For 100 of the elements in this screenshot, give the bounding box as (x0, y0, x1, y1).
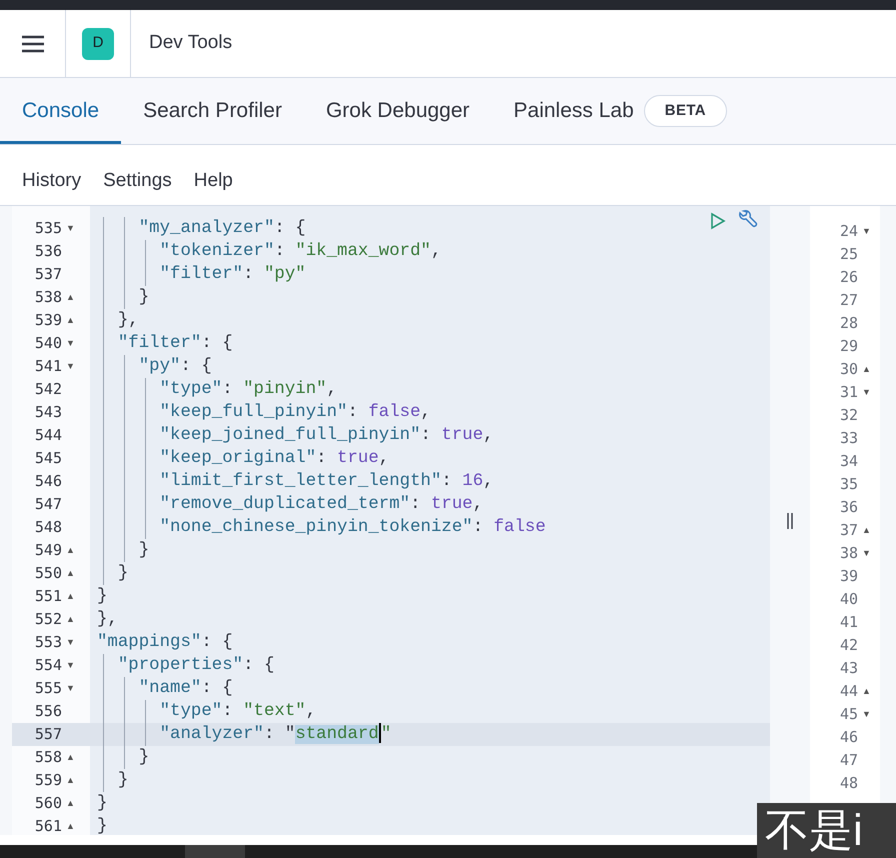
fold-toggle[interactable]: ▼ (66, 658, 76, 672)
menu-link[interactable]: Help (194, 166, 233, 196)
line-number: 535 (34, 218, 62, 240)
fold-toggle[interactable]: ▲ (66, 774, 76, 788)
line-number: 43 (840, 658, 858, 680)
code-line[interactable]: "py": { (90, 355, 212, 378)
line-number: 37 (840, 520, 858, 542)
fold-toggle[interactable]: ▲ (66, 820, 76, 834)
line-number: 537 (34, 264, 62, 286)
line-number: 44 (840, 681, 858, 702)
fold-toggle[interactable]: ▲ (66, 590, 76, 604)
line-number: 38 (840, 543, 858, 564)
code-line[interactable]: "type": "text", (90, 700, 316, 723)
code-line[interactable]: "remove_duplicated_term": true, (90, 493, 484, 516)
fold-toggle[interactable]: ▼ (66, 336, 76, 350)
code-line[interactable]: } (90, 539, 150, 562)
fold-toggle[interactable]: ▼ (862, 546, 872, 560)
code-line[interactable]: "filter": "py" (90, 263, 306, 286)
line-number: 552 (34, 609, 62, 630)
fold-toggle[interactable]: ▼ (66, 360, 76, 374)
code-line[interactable]: } (90, 792, 108, 815)
tab[interactable]: Console (0, 78, 122, 144)
fold-toggle[interactable]: ▲ (66, 566, 76, 580)
line-number: 40 (840, 589, 858, 610)
fold-toggle[interactable]: ▼ (862, 708, 872, 722)
line-number: 28 (840, 313, 858, 334)
line-number: 544 (34, 425, 62, 446)
resize-handle[interactable] (786, 512, 794, 528)
line-number: 35 (840, 474, 858, 496)
code-line[interactable]: } (90, 286, 150, 309)
code-line[interactable]: "name": { (90, 677, 233, 700)
fold-toggle[interactable]: ▲ (66, 750, 76, 764)
line-number: 42 (840, 635, 858, 656)
code-line[interactable]: "keep_original": true, (90, 447, 390, 470)
code-line[interactable]: }, (90, 608, 118, 631)
line-number: 540 (34, 333, 62, 354)
fold-toggle[interactable]: ▲ (66, 612, 76, 626)
code-line[interactable]: "properties": { (90, 654, 274, 677)
fold-toggle[interactable]: ▲ (66, 796, 76, 810)
code-line[interactable]: } (90, 562, 128, 585)
fold-toggle[interactable]: ▼ (862, 386, 872, 400)
code-line[interactable]: "keep_full_pinyin": false, (90, 401, 431, 424)
fold-toggle[interactable]: ▼ (862, 224, 872, 238)
fold-toggle[interactable]: ▼ (66, 222, 76, 236)
selected-text: standard (295, 725, 379, 744)
fold-toggle[interactable]: ▲ (66, 290, 76, 304)
line-number: 48 (840, 773, 858, 794)
fold-toggle[interactable]: ▲ (862, 524, 872, 538)
code-line[interactable]: } (90, 815, 108, 838)
line-number: 536 (34, 241, 62, 262)
line-number: 553 (34, 632, 62, 654)
line-number: 32 (840, 405, 858, 426)
line-number: 27 (840, 290, 858, 312)
code-line[interactable]: "tokenizer": "ik_max_word", (90, 240, 442, 263)
code-line[interactable]: "my_analyzer": { (90, 217, 306, 240)
tab[interactable]: Painless Lab (492, 78, 644, 144)
line-number: 34 (840, 451, 858, 472)
line-number: 558 (34, 747, 62, 768)
code-line[interactable]: "filter": { (90, 332, 233, 355)
code-line[interactable]: "limit_first_letter_length": 16, (90, 470, 494, 493)
line-number: 41 (840, 612, 858, 634)
menu-link[interactable]: Settings (103, 166, 172, 196)
code-line[interactable]: }, (90, 309, 139, 332)
line-number: 556 (34, 701, 62, 722)
menu-icon[interactable] (20, 34, 44, 52)
play-icon[interactable] (710, 212, 726, 230)
line-number: 551 (34, 586, 62, 608)
line-number: 24 (840, 221, 858, 242)
line-number: 538 (34, 287, 62, 308)
line-number: 539 (34, 310, 62, 332)
line-number: 549 (34, 540, 62, 562)
line-number: 557 (34, 724, 62, 746)
line-number: 554 (34, 655, 62, 676)
fold-toggle[interactable]: ▲ (66, 544, 76, 558)
beta-badge: BETA (644, 94, 728, 128)
fold-toggle[interactable]: ▲ (862, 684, 872, 698)
line-number: 30 (840, 359, 858, 380)
page-title: Dev Tools (149, 31, 232, 56)
code-line[interactable]: "none_chinese_pinyin_tokenize": false (90, 516, 546, 539)
space-avatar[interactable]: D (82, 28, 114, 60)
line-number: 25 (840, 244, 858, 266)
code-line[interactable]: } (90, 585, 108, 608)
code-line[interactable]: "type": "pinyin", (90, 378, 338, 401)
tab[interactable]: Grok Debugger (304, 78, 492, 144)
code-line[interactable]: "keep_joined_full_pinyin": true, (90, 424, 494, 447)
line-number: 555 (34, 678, 62, 700)
line-number: 546 (34, 471, 62, 492)
line-number: 47 (840, 750, 858, 772)
fold-toggle[interactable]: ▼ (66, 682, 76, 696)
code-line[interactable]: } (90, 746, 150, 769)
code-line[interactable]: "mappings": { (90, 631, 233, 654)
fold-toggle[interactable]: ▲ (862, 362, 872, 376)
code-line[interactable]: } (90, 769, 128, 792)
menu-link[interactable]: History (22, 166, 82, 196)
fold-toggle[interactable]: ▲ (66, 314, 76, 328)
fold-toggle[interactable]: ▼ (66, 636, 76, 650)
tab[interactable]: Search Profiler (121, 78, 304, 144)
line-number: 45 (840, 704, 858, 726)
line-number: 26 (840, 267, 858, 288)
line-number: 560 (34, 793, 62, 814)
